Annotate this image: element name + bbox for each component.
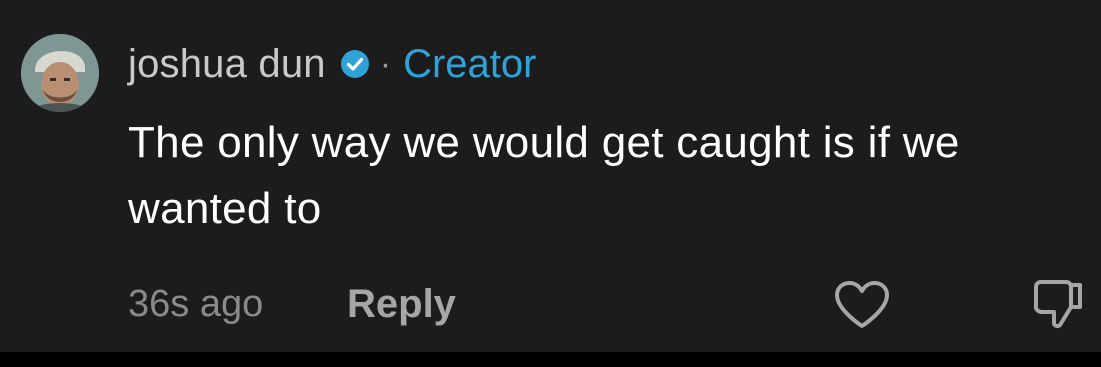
separator-dot: ·	[379, 44, 392, 83]
creator-badge: Creator	[403, 41, 537, 86]
heart-outline-icon[interactable]	[833, 280, 891, 330]
comment-timestamp: 36s ago	[128, 283, 264, 325]
avatar[interactable]	[21, 34, 99, 112]
avatar-image	[21, 34, 99, 112]
comment-header: joshua dun · Creator	[128, 38, 536, 90]
reply-button[interactable]: Reply	[347, 280, 456, 328]
verified-check-icon	[340, 49, 370, 79]
thumbs-down-outline-icon[interactable]	[1030, 277, 1086, 333]
author-name[interactable]: joshua dun	[128, 42, 326, 87]
comment-card: joshua dun · Creator The only way we wou…	[0, 0, 1101, 352]
comment-text: The only way we would get caught is if w…	[128, 118, 960, 233]
